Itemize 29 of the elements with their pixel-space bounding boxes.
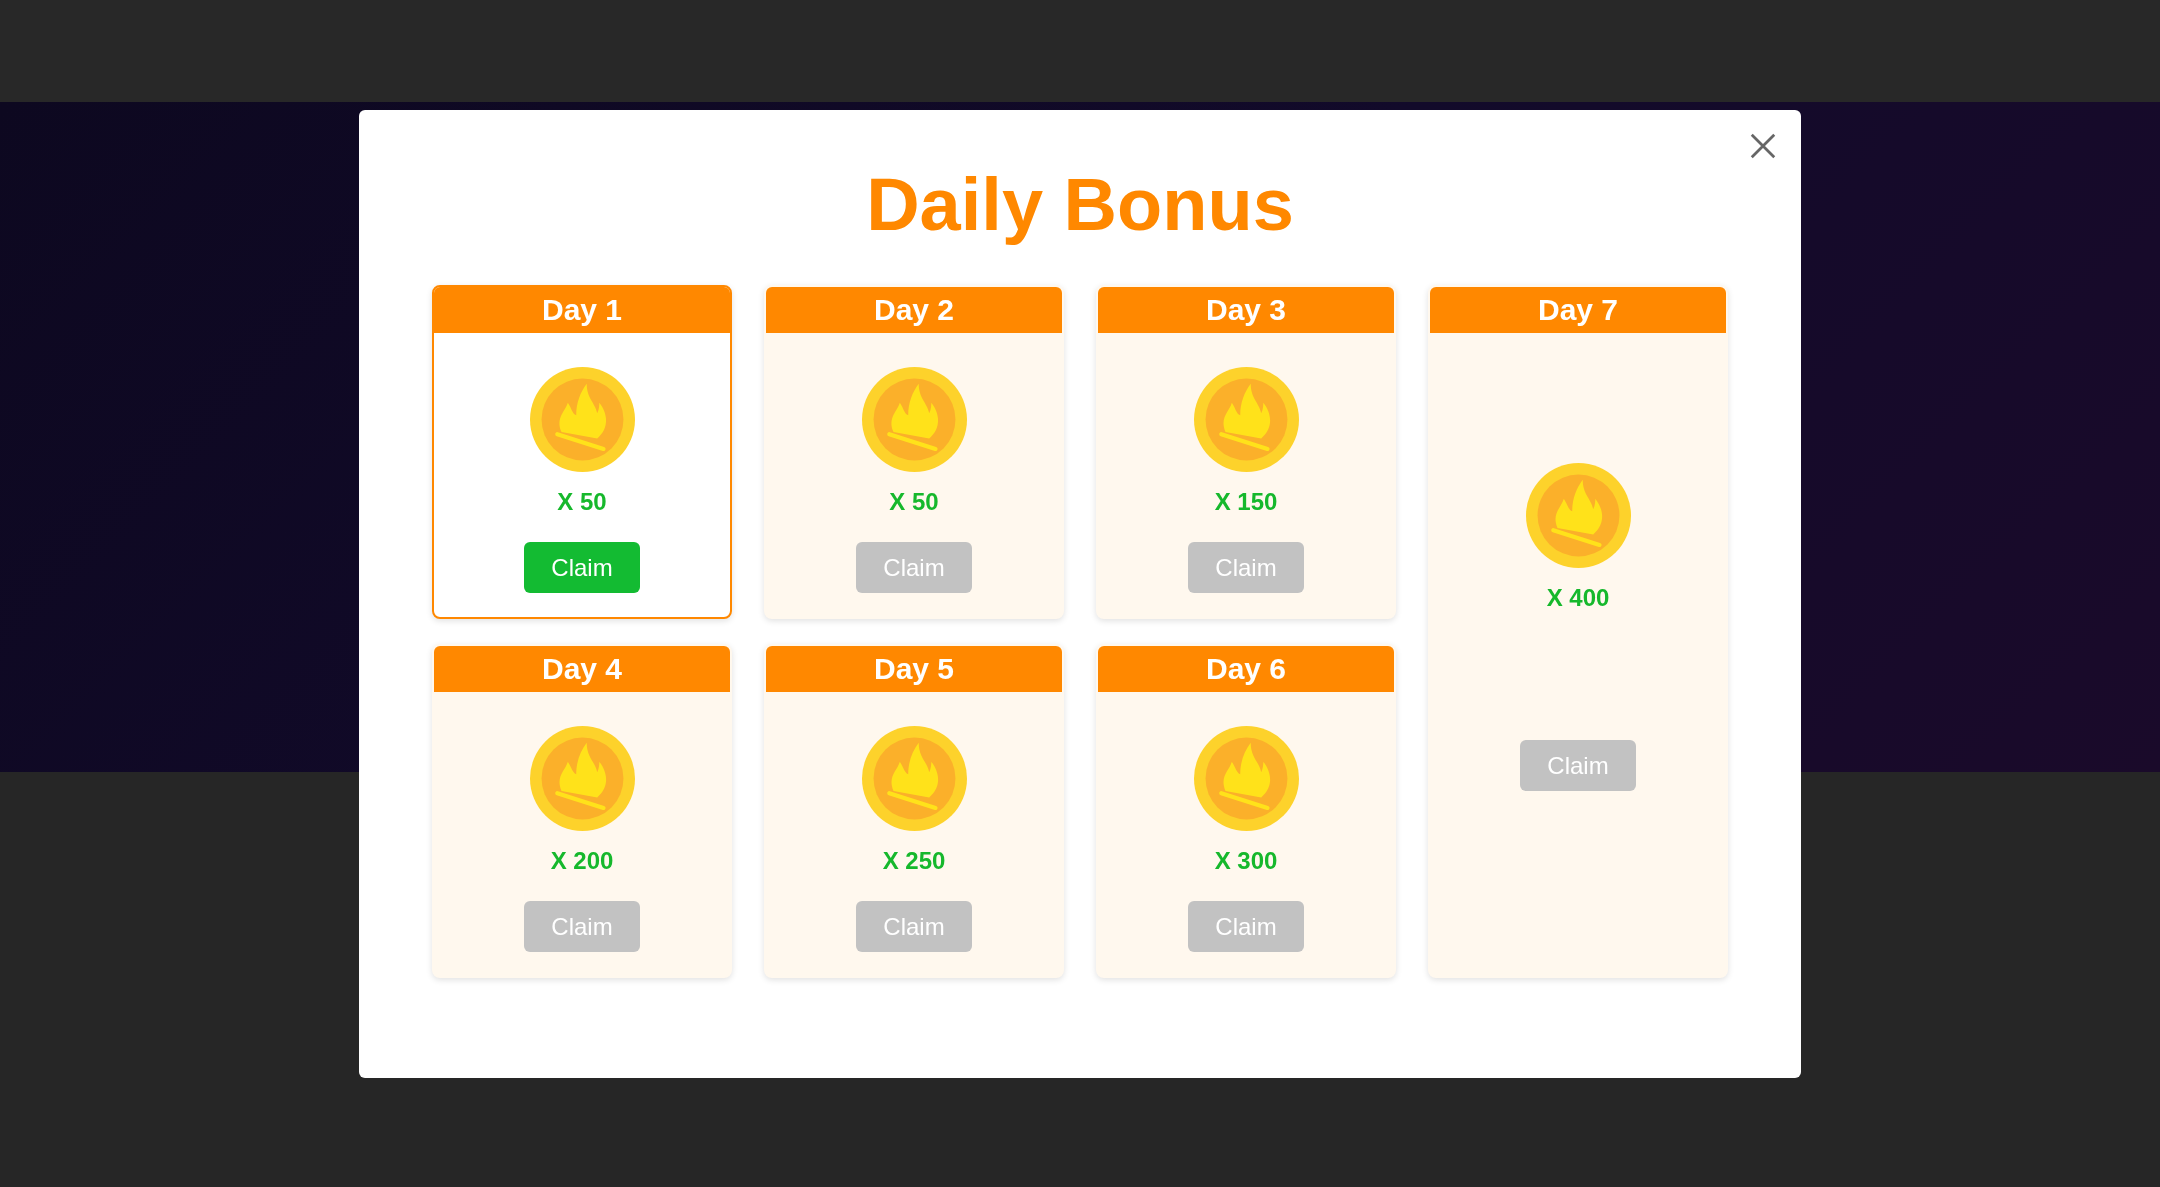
reward-amount: X 150 (1214, 487, 1278, 518)
coin-icon (529, 726, 635, 832)
reward-amount: X 400 (1546, 583, 1610, 614)
coin-icon (1193, 367, 1299, 473)
day-label: Day 6 (1098, 646, 1394, 693)
day-label: Day 5 (766, 646, 1062, 693)
coin-icon (529, 367, 635, 473)
reward-amount: X 300 (1214, 846, 1278, 877)
day-label: Day 3 (1098, 287, 1394, 334)
claim-button[interactable]: Claim (1520, 740, 1636, 792)
day-label: Day 4 (434, 646, 730, 693)
day-label: Day 2 (766, 287, 1062, 334)
claim-button[interactable]: Claim (524, 542, 640, 594)
coin-icon (1193, 726, 1299, 832)
claim-button[interactable]: Claim (856, 542, 972, 594)
claim-button[interactable]: Claim (856, 901, 972, 953)
reward-amount: X 50 (557, 487, 607, 518)
claim-button[interactable]: Claim (1188, 542, 1304, 594)
claim-button[interactable]: Claim (524, 901, 640, 953)
coin-icon (1525, 463, 1631, 569)
reward-amount: X 50 (889, 487, 939, 518)
dialog-title: Daily Bonus (865, 164, 1295, 246)
coin-icon (861, 726, 967, 832)
reward-amount: X 250 (882, 846, 946, 877)
coin-icon (861, 367, 967, 473)
day-label: Day 1 (434, 287, 730, 334)
reward-amount: X 200 (550, 846, 614, 877)
claim-button[interactable]: Claim (1188, 901, 1304, 953)
day-label: Day 7 (1430, 287, 1726, 334)
